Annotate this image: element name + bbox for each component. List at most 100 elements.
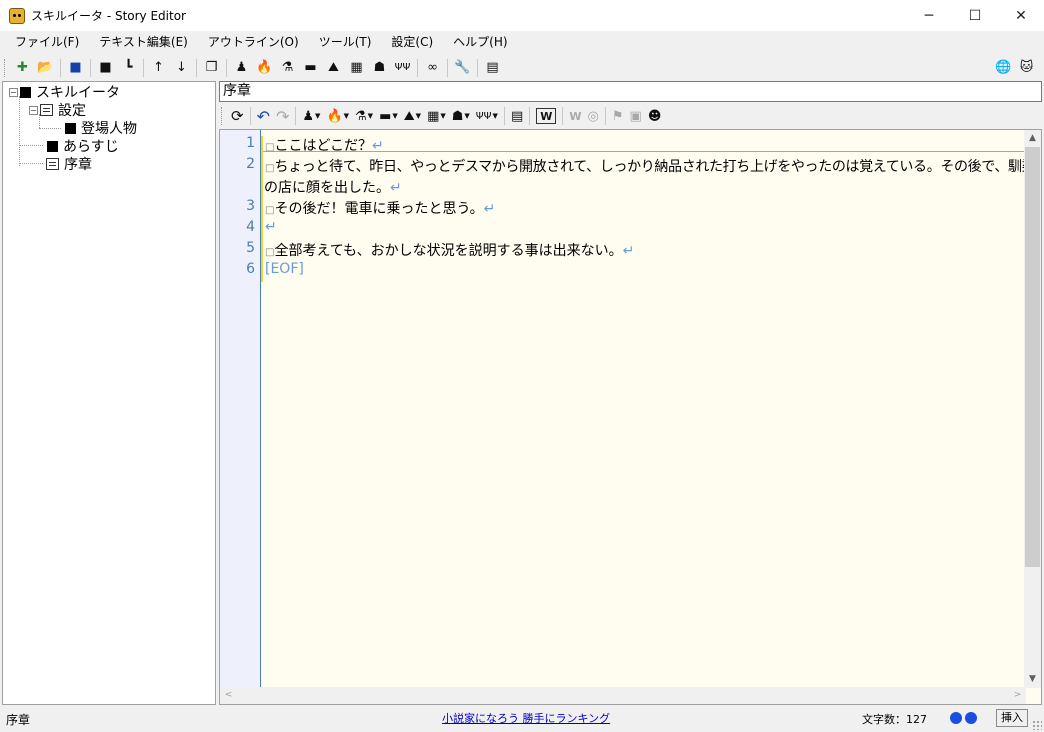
- tree-item-label: スキルイータ: [36, 85, 120, 101]
- scroll-thumb[interactable]: [1025, 147, 1040, 567]
- dropdown-arrow-icon: ▼: [440, 112, 446, 120]
- dropdown-arrow-icon: ▼: [367, 112, 374, 120]
- toolbar-grip[interactable]: [221, 107, 224, 125]
- toolbar-separator: [604, 107, 606, 125]
- window-controls: ─ ☐ ✕: [906, 0, 1044, 31]
- character-dropdown[interactable]: ♟ ▼: [299, 105, 323, 127]
- menu-settings[interactable]: 設定(C): [381, 31, 443, 54]
- landscape-icon[interactable]: ⛰: [322, 57, 345, 79]
- editor-line-wrap: の店に顔を出した。↵: [264, 177, 402, 197]
- resize-grip[interactable]: [1032, 720, 1042, 730]
- document-icon: [40, 104, 53, 116]
- close-button[interactable]: ✕: [998, 0, 1044, 31]
- globe-icon[interactable]: 🌐: [992, 57, 1015, 79]
- square-icon: [65, 122, 76, 134]
- undo-icon[interactable]: ↶: [254, 105, 273, 127]
- new-item-icon[interactable]: ✚: [11, 57, 34, 79]
- menu-tools[interactable]: ツール(T): [309, 31, 382, 54]
- move-up-icon[interactable]: ↑: [147, 57, 170, 79]
- building-icon[interactable]: ▦: [345, 57, 368, 79]
- character-icon[interactable]: ♟: [230, 57, 253, 79]
- menu-outline[interactable]: アウトライン(O): [198, 31, 309, 54]
- building-icon: ▦: [427, 108, 440, 124]
- text-editor[interactable]: 1 2 3 4 5 6 □ここはどこだ？↵ □ちょっと待て、昨日、やっとデスマか…: [219, 129, 1042, 705]
- tools-icon[interactable]: ΨΨ: [391, 57, 414, 79]
- globe-disabled-icon[interactable]: ◎: [585, 105, 602, 127]
- line-number-gutter: 1 2 3 4 5 6: [220, 130, 261, 688]
- line-text: ここはどこだ？: [274, 138, 373, 154]
- fire-icon[interactable]: 🔥: [253, 57, 276, 79]
- tree-item-prologue[interactable]: 序章: [46, 155, 92, 173]
- line-text: の店に顔を出した。: [264, 180, 390, 196]
- change-marker: [261, 136, 263, 282]
- creature-icon[interactable]: ☗: [368, 57, 391, 79]
- window-icon[interactable]: ❐: [200, 57, 223, 79]
- flag-disabled-icon[interactable]: ⚑: [609, 105, 627, 127]
- binoculars-icon[interactable]: ∞: [421, 57, 444, 79]
- redo-icon[interactable]: ↷: [273, 105, 292, 127]
- dropdown-arrow-icon: ▼: [315, 112, 321, 120]
- briefcase-icon: ▬: [379, 108, 392, 124]
- outline-tree[interactable]: − スキルイータ − 設定 登場人物 あらすじ 序章: [2, 81, 216, 705]
- menu-help[interactable]: ヘルプ(H): [443, 31, 517, 54]
- tree-expander[interactable]: −: [29, 105, 38, 115]
- document-icon[interactable]: ▤: [508, 105, 526, 127]
- tree-item-synopsis[interactable]: あらすじ: [47, 137, 119, 155]
- status-section-name: 序章: [6, 713, 31, 727]
- word-icon[interactable]: W: [536, 108, 557, 124]
- insert-mode-indicator[interactable]: 挿入: [996, 709, 1028, 727]
- scroll-left-button[interactable]: <: [220, 687, 237, 704]
- minimize-button[interactable]: ─: [906, 0, 952, 31]
- tree-item-settings[interactable]: − 設定: [29, 101, 86, 119]
- person-icon[interactable]: ☻: [645, 105, 665, 127]
- tree-expander[interactable]: −: [9, 87, 18, 97]
- document-title-field[interactable]: 序章: [219, 81, 1042, 102]
- status-dot-icon: [950, 712, 962, 724]
- scroll-up-button[interactable]: ▲: [1024, 130, 1041, 147]
- building-dropdown[interactable]: ▦ ▼: [424, 105, 449, 127]
- eol-marker: ↵: [390, 180, 402, 196]
- toolbar-grip[interactable]: [4, 58, 7, 77]
- maximize-button[interactable]: ☐: [952, 0, 998, 31]
- vertical-scrollbar[interactable]: ▲ ▼: [1024, 130, 1041, 688]
- refresh-icon[interactable]: ⟳: [228, 105, 247, 127]
- save-icon[interactable]: ■: [64, 57, 87, 79]
- square-icon[interactable]: ■: [94, 57, 117, 79]
- tools-dropdown[interactable]: ΨΨ ▼: [473, 105, 501, 127]
- flask-dropdown[interactable]: ⚗ ▼: [352, 105, 376, 127]
- toolbar-separator: [196, 58, 197, 77]
- creature-dropdown[interactable]: ☗ ▼: [449, 105, 473, 127]
- line-number: 3: [246, 198, 255, 214]
- toolbar-separator: [447, 58, 448, 77]
- ranking-link[interactable]: 小説家になろう 勝手にランキング: [442, 710, 610, 726]
- editor-line: □その後だ！電車に乗ったと思う。↵: [265, 198, 495, 218]
- briefcase-icon[interactable]: ▬: [299, 57, 322, 79]
- horizontal-scrollbar[interactable]: < >: [220, 687, 1026, 704]
- tree-item-root[interactable]: − スキルイータ: [9, 83, 120, 101]
- toolbar-separator: [529, 107, 531, 125]
- word-disabled-icon[interactable]: W: [566, 105, 584, 127]
- editor-line: □ちょっと待て、昨日、やっとデスマから開放されて、しっかり納品された打ち上げをや…: [265, 156, 1041, 176]
- editor-line: □ここはどこだ？↵: [265, 135, 384, 155]
- toolbar-separator: [226, 58, 227, 77]
- open-folder-icon[interactable]: 📂: [34, 57, 57, 79]
- cat-icon[interactable]: 🐱: [1015, 57, 1038, 79]
- wrench-icon[interactable]: 🔧: [451, 57, 474, 79]
- landscape-dropdown[interactable]: ⛰ ▼: [401, 105, 424, 127]
- document-settings-icon[interactable]: ▤: [481, 57, 504, 79]
- fire-icon: 🔥: [326, 108, 343, 124]
- tree-line: [19, 96, 20, 166]
- briefcase-dropdown[interactable]: ▬ ▼: [376, 105, 401, 127]
- scroll-down-button[interactable]: ▼: [1024, 671, 1041, 688]
- menu-text-edit[interactable]: テキスト編集(E): [89, 31, 198, 54]
- book-disabled-icon[interactable]: ▣: [627, 105, 645, 127]
- fire-dropdown[interactable]: 🔥 ▼: [323, 105, 352, 127]
- flask-icon[interactable]: ⚗: [276, 57, 299, 79]
- scroll-right-button[interactable]: >: [1009, 687, 1026, 704]
- indent-icon[interactable]: ┗: [117, 57, 140, 79]
- move-down-icon[interactable]: ↓: [170, 57, 193, 79]
- toolbar-separator: [90, 58, 91, 77]
- status-bar: 序章 小説家になろう 勝手にランキング 文字数：127 挿入: [0, 706, 1044, 732]
- menu-file[interactable]: ファイル(F): [5, 31, 89, 54]
- tree-item-characters[interactable]: 登場人物: [65, 119, 137, 137]
